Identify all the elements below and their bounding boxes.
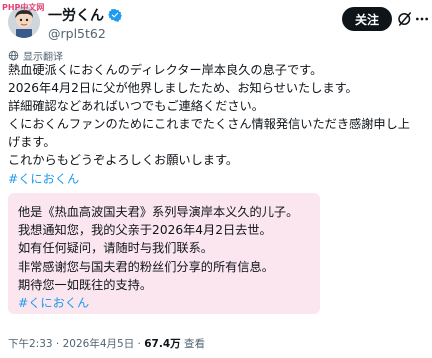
author-handle[interactable]: @rpl5t62 <box>48 26 122 41</box>
translation-line: 他是《热血高波国夫君》系列导演岸本义久的儿子。 <box>18 205 299 219</box>
post-body: 熱血硬派くにおくんのディレクター岸本良久の息子です。 2026年4月2日に父が他… <box>8 61 428 188</box>
post-hashtag-link[interactable]: #くにおくん <box>8 170 428 188</box>
translation-line: 我想通知您，我的父亲于2026年4月2日去世。 <box>18 223 272 238</box>
post-line: 熱血硬派くにおくんのディレクター岸本良久の息子です。 <box>8 63 323 77</box>
watermark: PHP中文网 <box>2 3 45 12</box>
post-line: くにおくんファンのためにこれまでたくさん情報発信いただき感謝申し上 <box>8 117 410 132</box>
post-line: 2026年4月2日に父が他界しましたため、お知らせいたします。 <box>8 81 358 96</box>
follow-button[interactable]: 关注 <box>342 7 392 31</box>
separator: · <box>52 338 63 350</box>
author-name[interactable]: 一労くん <box>48 5 104 25</box>
globe-icon <box>8 50 19 61</box>
translation-line: 期待您一如既往的支持。 <box>18 277 153 292</box>
translation-line: 如有任何疑问，请随时与我们联系。 <box>18 241 213 256</box>
more-options-icon[interactable] <box>414 10 430 28</box>
post-time[interactable]: 下午2:33 <box>8 338 53 350</box>
view-count-label: 查看 <box>180 338 205 350</box>
post-date[interactable]: 2026年4月5日 <box>63 338 135 350</box>
translation-line: 非常感谢您与国夫君的粉丝们分享的所有信息。 <box>18 259 274 274</box>
post-line: 詳細確認などあればいつでもご連絡ください。 <box>8 99 264 114</box>
post-header: 一労くん @rpl5t62 关注 <box>0 0 432 41</box>
translation-body: 他是《热血高波国夫君》系列导演岸本义久的儿子。 我想通知您，我的父亲于2026年… <box>18 203 318 312</box>
grok-icon[interactable] <box>396 10 414 28</box>
post-line: これからもどうぞよろしくお願いします。 <box>8 153 239 168</box>
author-block[interactable]: 一労くん @rpl5t62 <box>48 6 122 41</box>
separator: · <box>134 338 145 350</box>
verified-badge-icon <box>108 8 122 22</box>
post-metadata: 下午2:33 · 2026年4月5日 · 67.4万 查看 <box>8 336 205 351</box>
view-count: 67.4万 <box>144 338 181 350</box>
post-line: げます。 <box>8 135 56 150</box>
translation-hashtag-link[interactable]: #くにおくん <box>18 294 318 312</box>
